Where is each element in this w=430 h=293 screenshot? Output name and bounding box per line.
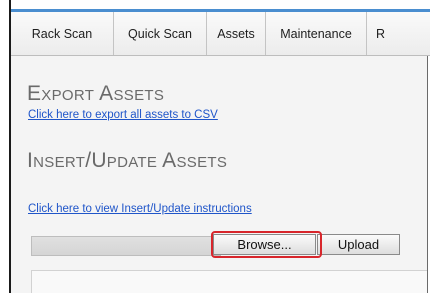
header-accent-rule: [11, 0, 430, 12]
assets-content-panel: Export Assets Click here to export all a…: [11, 56, 427, 293]
main-tab-bar: Rack Scan Quick Scan Assets Maintenance …: [11, 12, 430, 56]
tab-rack-scan[interactable]: Rack Scan: [11, 12, 114, 55]
tab-maintenance[interactable]: Maintenance: [266, 12, 367, 55]
insert-update-instructions-link[interactable]: Click here to view Insert/Update instruc…: [28, 203, 252, 215]
tab-quick-scan[interactable]: Quick Scan: [114, 12, 207, 55]
tab-truncated[interactable]: R: [367, 12, 430, 55]
export-assets-link[interactable]: Click here to export all assets to CSV: [28, 109, 218, 121]
lower-panel: [31, 270, 427, 293]
export-assets-heading: Export Assets: [27, 82, 165, 105]
insert-update-assets-heading: Insert/Update Assets: [27, 149, 228, 172]
file-path-field[interactable]: [31, 236, 221, 256]
upload-button[interactable]: Upload: [317, 234, 400, 255]
browse-button[interactable]: Browse...: [213, 234, 316, 255]
tab-assets[interactable]: Assets: [207, 12, 266, 55]
